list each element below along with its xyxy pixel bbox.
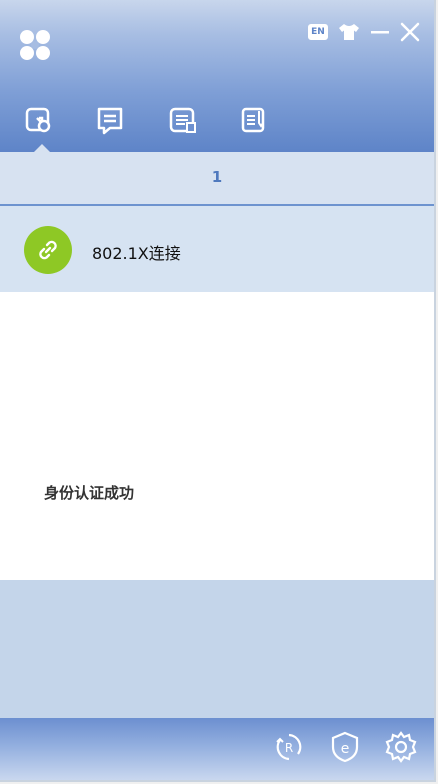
settings-button[interactable] [384, 730, 418, 764]
notes-icon [241, 107, 265, 133]
header: EN [0, 0, 434, 152]
footer-actions: R e [272, 730, 418, 764]
svg-text:R: R [285, 741, 293, 755]
app-window: EN 1 802.1X连接 身份认证成功 R e [0, 0, 436, 782]
gear-icon [385, 731, 417, 763]
refresh-button[interactable]: R [272, 730, 306, 764]
close-icon[interactable] [400, 22, 420, 42]
link-icon [24, 226, 72, 274]
shield-e-icon: e [331, 731, 359, 763]
browser-button[interactable]: e [328, 730, 362, 764]
window-controls: EN [308, 22, 420, 42]
status-panel: 身份认证成功 [0, 292, 434, 580]
svg-text:e: e [341, 741, 350, 757]
message-icon [97, 107, 123, 135]
active-tab-indicator [34, 144, 50, 152]
language-toggle-button[interactable]: EN [308, 24, 328, 40]
tab-list[interactable] [168, 106, 198, 136]
tab-bar [24, 106, 270, 136]
tab-connection[interactable] [24, 106, 54, 136]
status-message: 身份认证成功 [44, 484, 135, 502]
refresh-icon: R [276, 733, 302, 761]
tab-messages[interactable] [96, 106, 126, 136]
lower-panel [0, 580, 434, 718]
page-bar: 1 [0, 152, 434, 206]
connection-icon [25, 107, 51, 133]
minimize-icon[interactable] [370, 23, 390, 41]
connection-item[interactable]: 802.1X连接 [0, 206, 434, 292]
page-number[interactable]: 1 [0, 168, 434, 186]
skin-shirt-icon[interactable] [338, 23, 360, 41]
footer-bar: R e [0, 718, 434, 780]
list-icon [169, 107, 196, 133]
connection-name: 802.1X连接 [92, 244, 181, 263]
app-logo-icon [20, 30, 50, 60]
tab-notes[interactable] [240, 106, 270, 136]
